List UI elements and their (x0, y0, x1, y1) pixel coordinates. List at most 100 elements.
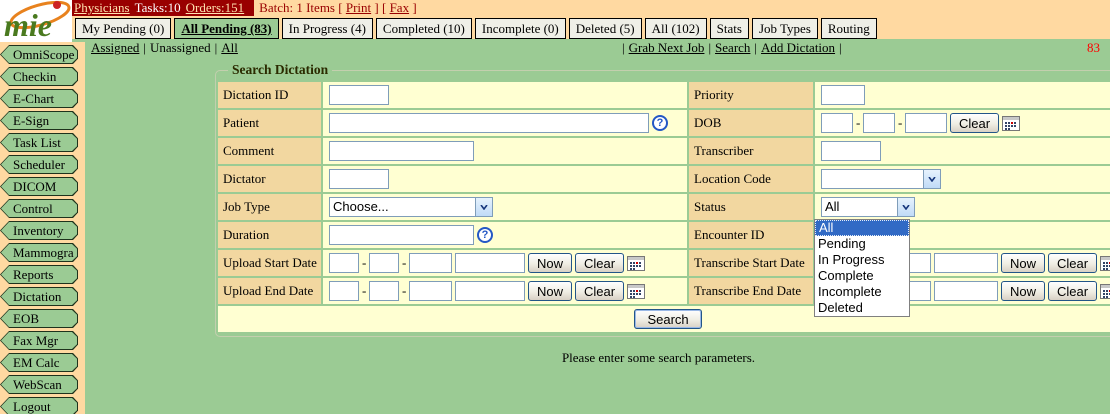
date-separator: - (898, 115, 902, 131)
job-type-cell: Choose... (323, 194, 687, 220)
location-code-select[interactable] (821, 169, 941, 189)
dob-month-input[interactable] (821, 113, 853, 133)
priority-input[interactable] (821, 85, 865, 105)
action-links: |Grab Next Job|Search|Add Dictation| (618, 39, 846, 57)
sidebar-item-em-calc[interactable]: EM Calc (0, 353, 78, 372)
app-screen: mie PhysiciansTasks:10Orders:151 Batch: … (0, 0, 1110, 414)
transcribe-end-time-input[interactable] (934, 281, 998, 301)
sidebar-item-e-sign[interactable]: E-Sign (0, 111, 78, 130)
upload-end-month-input[interactable] (329, 281, 359, 301)
clear-button[interactable]: Clear (1048, 253, 1097, 273)
comment-cell (323, 138, 687, 164)
status-option-all[interactable]: All (815, 220, 909, 236)
calendar-icon[interactable] (627, 256, 645, 271)
help-icon[interactable]: ? (652, 115, 668, 131)
search-button-row: Search (218, 306, 1110, 332)
sidebar-item-label: Fax Mgr (1, 332, 77, 349)
clear-button[interactable]: Clear (1048, 281, 1097, 301)
sidebar-item-inventory[interactable]: Inventory (0, 221, 78, 240)
sidebar-item-label: E-Sign (1, 112, 77, 129)
status-option-pending[interactable]: Pending (815, 236, 909, 252)
calendar-icon[interactable] (1100, 256, 1110, 271)
help-icon[interactable]: ? (477, 227, 493, 243)
sidebar-item-fax-mgr[interactable]: Fax Mgr (0, 331, 78, 350)
sidebar-item-dictation[interactable]: Dictation (0, 287, 78, 306)
sidebar-item-task-list[interactable]: Task List (0, 133, 78, 152)
sidebar-item-e-chart[interactable]: E-Chart (0, 89, 78, 108)
upload-end-year-input[interactable] (409, 281, 452, 301)
sidebar-item-mammography[interactable]: Mammogra (0, 243, 78, 262)
search-button[interactable]: Search (634, 309, 701, 329)
add-dictation-link[interactable]: Add Dictation (761, 40, 835, 55)
assigned-link[interactable]: Assigned (91, 40, 139, 55)
physicians-link[interactable]: Physicians (74, 0, 130, 15)
job-type-select[interactable]: Choose... (329, 197, 493, 217)
dob-day-input[interactable] (863, 113, 895, 133)
calendar-icon[interactable] (627, 284, 645, 299)
sidebar-item-omniscope[interactable]: OmniScope (0, 45, 78, 64)
sidebar-item-control[interactable]: Control (0, 199, 78, 218)
sidebar-item-webscan[interactable]: WebScan (0, 375, 78, 394)
now-button[interactable]: Now (528, 253, 572, 273)
upload-end-time-input[interactable] (455, 281, 525, 301)
tab-routing[interactable]: Routing (821, 18, 877, 39)
upload-start-day-input[interactable] (369, 253, 399, 273)
separator: | (143, 40, 146, 55)
duration-input[interactable] (329, 225, 474, 245)
sidebar-item-label: EM Calc (1, 354, 77, 371)
print-link[interactable]: Print (346, 0, 371, 15)
upload-start-time-input[interactable] (455, 253, 525, 273)
search-link[interactable]: Search (715, 40, 750, 55)
tasks-count: Tasks:10 (135, 0, 181, 15)
comment-input[interactable] (329, 141, 474, 161)
clear-button[interactable]: Clear (575, 253, 624, 273)
transcriber-input[interactable] (821, 141, 881, 161)
tab-job-types[interactable]: Job Types (752, 18, 818, 39)
tab-incomplete[interactable]: Incomplete (0) (475, 18, 566, 39)
mie-logo[interactable]: mie (0, 0, 72, 42)
status-option-in-progress[interactable]: In Progress (815, 252, 909, 268)
status-option-complete[interactable]: Complete (815, 268, 909, 284)
fax-link[interactable]: Fax (390, 0, 410, 15)
dob-year-input[interactable] (905, 113, 947, 133)
sidebar-item-scheduler[interactable]: Scheduler (0, 155, 78, 174)
sidebar-item-eob[interactable]: EOB (0, 309, 78, 328)
orders-link[interactable]: Orders:151 (186, 0, 245, 15)
clear-button[interactable]: Clear (950, 113, 999, 133)
status-cell: All (815, 194, 1110, 220)
sidebar-item-logout[interactable]: Logout (0, 397, 78, 414)
tab-my-pending[interactable]: My Pending (0) (75, 18, 171, 39)
calendar-icon[interactable] (1002, 116, 1020, 131)
tab-completed[interactable]: Completed (10) (376, 18, 472, 39)
tab-all[interactable]: All (102) (645, 18, 707, 39)
now-button[interactable]: Now (1001, 281, 1045, 301)
sidebar-item-label: Inventory (1, 222, 77, 239)
clear-button[interactable]: Clear (575, 281, 624, 301)
transcribe-start-time-input[interactable] (934, 253, 998, 273)
upload-end-day-input[interactable] (369, 281, 399, 301)
tab-in-progress[interactable]: In Progress (4) (282, 18, 373, 39)
dictator-input[interactable] (329, 169, 389, 189)
now-button[interactable]: Now (528, 281, 572, 301)
patient-input[interactable] (329, 113, 649, 133)
transcriber-label: Transcriber (689, 138, 813, 164)
sidebar-item-reports[interactable]: Reports (0, 265, 78, 284)
now-button[interactable]: Now (1001, 253, 1045, 273)
grab-next-job-link[interactable]: Grab Next Job (629, 40, 705, 55)
all-link[interactable]: All (221, 40, 238, 55)
status-select[interactable]: All (821, 197, 915, 217)
tab-deleted[interactable]: Deleted (5) (569, 18, 642, 39)
upload-start-year-input[interactable] (409, 253, 452, 273)
dictation-id-input[interactable] (329, 85, 389, 105)
tab-all-pending[interactable]: All Pending (83) (174, 18, 278, 39)
date-separator: - (362, 283, 366, 299)
assignment-filter-links: Assigned|Unassigned|All (91, 40, 238, 55)
tab-stats[interactable]: Stats (710, 18, 749, 39)
status-option-deleted[interactable]: Deleted (815, 300, 909, 316)
status-option-incomplete[interactable]: Incomplete (815, 284, 909, 300)
upload-start-month-input[interactable] (329, 253, 359, 273)
sidebar-item-label: Mammogra (1, 244, 77, 261)
sidebar-item-dicom[interactable]: DICOM (0, 177, 78, 196)
calendar-icon[interactable] (1100, 284, 1110, 299)
sidebar-item-checkin[interactable]: Checkin (0, 67, 78, 86)
